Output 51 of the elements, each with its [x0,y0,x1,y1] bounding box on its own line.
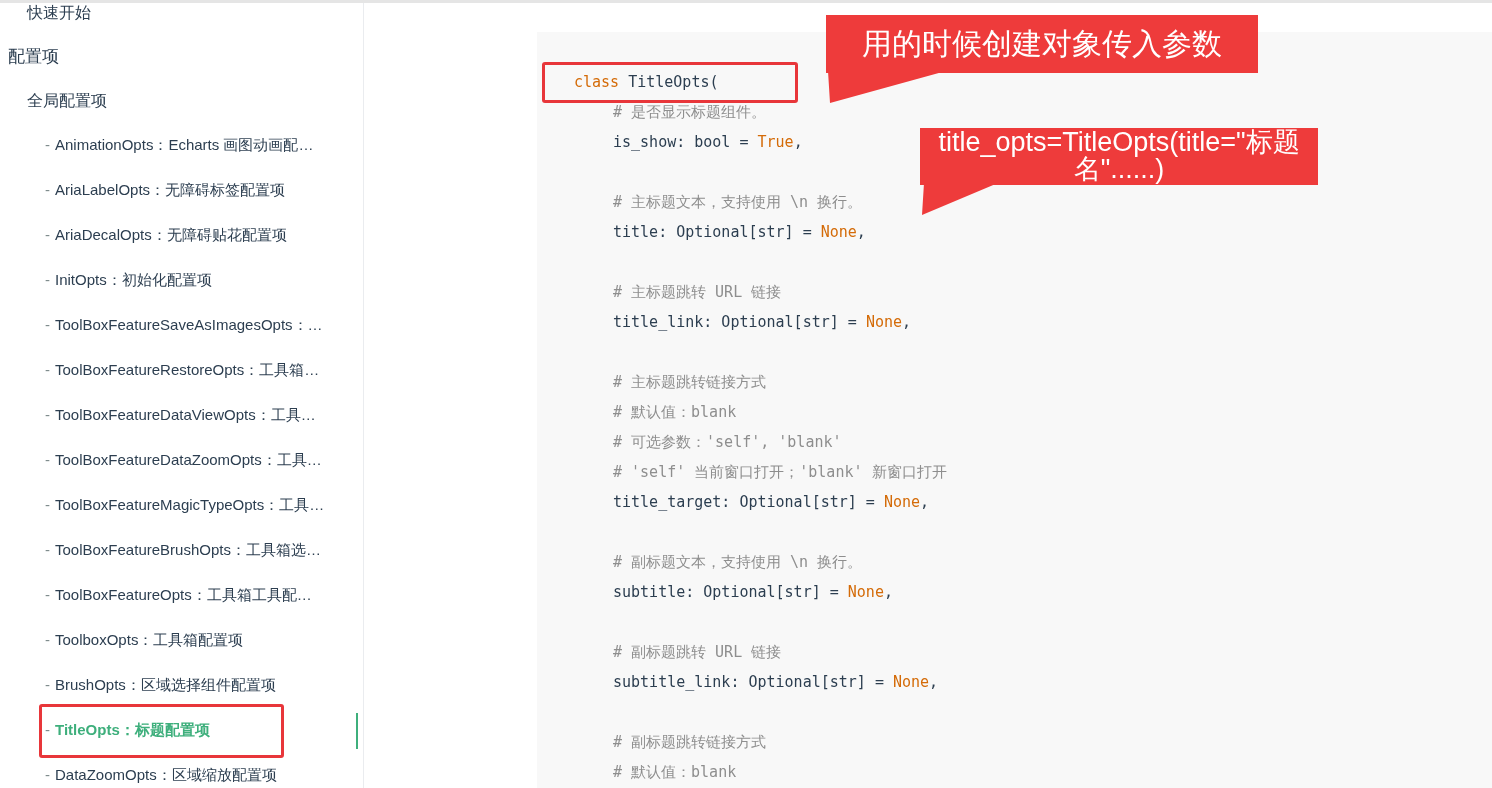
sidebar-heading[interactable]: 配置项 [8,44,59,70]
sidebar-link[interactable]: InitOpts：初始化配置项 [55,269,212,292]
code-line: title_link: Optional[str] = None, [613,313,912,331]
sidebar-link[interactable]: ToolBoxFeatureDataViewOpts：工具… [55,404,316,427]
code-comment: # 可选参数：'self', 'blank' [613,433,842,451]
sidebar-link[interactable]: 全局配置项 [27,89,107,113]
code-comment: # 主标题跳转链接方式 [613,373,767,391]
list-dash: - [45,585,50,606]
code-comment: # 主标题文本，支持使用 \n 换行。 [613,193,863,211]
code-comment: # 主标题跳转 URL 链接 [613,283,782,301]
sidebar-link[interactable]: ToolboxOpts：工具箱配置项 [55,629,244,652]
sidebar-link[interactable]: AriaLabelOpts：无障碍标签配置项 [55,179,286,202]
code-comment: # 是否显示标题组件。 [613,103,767,121]
sidebar-link[interactable]: ToolBoxFeatureMagicTypeOpts：工具… [55,494,325,517]
list-dash: - [45,225,50,246]
sidebar-link[interactable]: DataZoomOpts：区域缩放配置项 [55,764,277,787]
code-line: subtitle_link: Optional[str] = None, [613,673,939,691]
code-line: is_show: bool = True, [613,133,803,151]
list-dash: - [45,675,50,696]
sidebar-link[interactable]: ToolBoxFeatureRestoreOpts：工具箱… [55,359,320,382]
sidebar-link[interactable]: ToolBoxFeatureOpts：工具箱工具配… [55,584,312,607]
code-comment: # 副标题跳转链接方式 [613,733,767,751]
code-comment: # 副标题跳转 URL 链接 [613,643,782,661]
list-dash: - [45,180,50,201]
sidebar-link[interactable]: 快速开始 [27,3,91,25]
list-dash: - [45,315,50,336]
sidebar-link[interactable]: ToolBoxFeatureSaveAsImagesOpts：… [55,314,323,337]
list-dash: - [45,135,50,156]
sidebar-link[interactable]: AriaDecalOpts：无障碍贴花配置项 [55,224,287,247]
list-dash: - [45,630,50,651]
list-dash: - [45,765,50,786]
code-line: class TitleOpts( [574,73,719,91]
list-dash: - [45,720,50,741]
sidebar-link[interactable]: AnimationOpts：Echarts 画图动画配… [55,134,314,157]
code-comment: # 'self' 当前窗口打开；'blank' 新窗口打开 [613,463,947,481]
sidebar-link[interactable]: ToolBoxFeatureDataZoomOpts：工具… [55,449,322,472]
code-comment: # 默认值：blank [613,403,737,421]
code-line: subtitle: Optional[str] = None, [613,583,893,601]
code-line: title_target: Optional[str] = None, [613,493,930,511]
list-dash: - [45,450,50,471]
list-dash: - [45,270,50,291]
list-dash: - [45,540,50,561]
sidebar-link[interactable]: ToolBoxFeatureBrushOpts：工具箱选… [55,539,321,562]
sidebar-link[interactable]: BrushOpts：区域选择组件配置项 [55,674,276,697]
active-marker [356,713,358,749]
code-comment: # 默认值：blank [613,763,737,781]
list-dash: - [45,360,50,381]
code-comment: # 副标题文本，支持使用 \n 换行。 [613,553,863,571]
list-dash: - [45,405,50,426]
code-line: title: Optional[str] = None, [613,223,866,241]
list-dash: - [45,495,50,516]
